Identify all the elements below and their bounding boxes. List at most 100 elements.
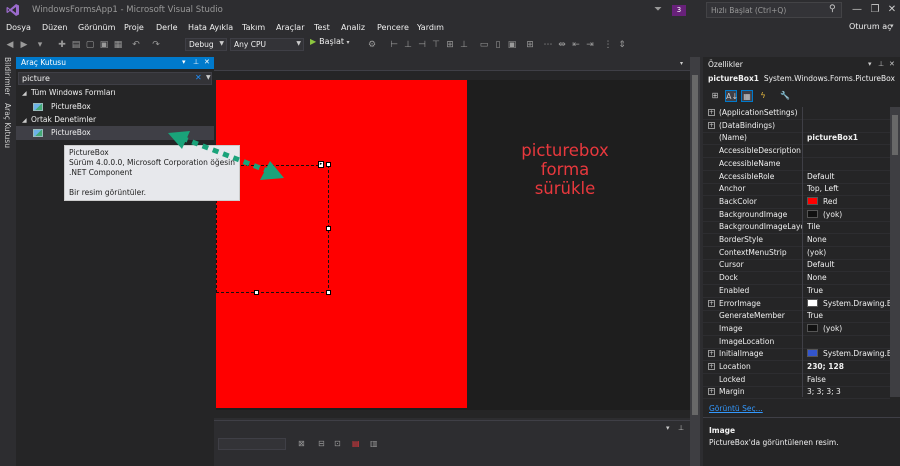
property-value[interactable]: None — [807, 235, 891, 244]
resize-handle[interactable] — [326, 290, 331, 295]
property-value[interactable]: 230; 128 — [807, 362, 891, 371]
minimize-button[interactable]: — — [849, 2, 865, 18]
property-value[interactable]: Default — [807, 260, 891, 269]
notifications-badge[interactable]: 3 — [672, 5, 686, 16]
close-icon[interactable]: ✕ — [889, 60, 895, 68]
toolbox-item-picturebox-common[interactable]: PictureBox — [51, 128, 91, 137]
property-value[interactable]: (yok) — [807, 248, 891, 257]
open-folder-icon[interactable]: ▢ — [84, 39, 96, 51]
property-row[interactable]: ImageLocation — [703, 336, 890, 349]
panel-menu-icon[interactable]: ▾ — [666, 424, 670, 432]
sign-in-link[interactable]: Oturum aç — [849, 22, 892, 31]
menu-test[interactable]: Test — [314, 23, 330, 32]
property-row[interactable]: GenerateMember True — [703, 310, 890, 324]
property-row[interactable]: AccessibleDescription — [703, 145, 890, 159]
config-combo[interactable]: Debug ▼ — [185, 38, 227, 51]
property-value[interactable]: Red — [807, 196, 891, 206]
vspace-equal-icon[interactable]: ⋮ — [602, 39, 614, 51]
maximize-button[interactable]: ❐ — [867, 2, 883, 18]
property-row[interactable]: + (DataBindings) — [703, 120, 890, 133]
tab-toolbox[interactable]: Araç Kutusu — [3, 103, 12, 148]
property-value[interactable]: System.Drawing.Bitmap — [807, 349, 891, 358]
property-row[interactable]: Image (yok) — [703, 323, 890, 336]
toolbox-search-input[interactable]: picture — [18, 72, 212, 85]
align-middle-icon[interactable]: ⊞ — [444, 39, 456, 51]
pin-icon[interactable]: ⊥ — [193, 58, 199, 66]
property-value[interactable]: pictureBox1 — [807, 133, 891, 142]
open-file-icon[interactable]: ▤ — [70, 39, 82, 51]
chevron-down-icon[interactable]: ▼ — [206, 74, 211, 81]
expand-icon[interactable]: + — [708, 350, 715, 358]
start-button[interactable]: ▶ Başlat ▾ — [310, 37, 350, 52]
categorized-icon[interactable]: ⊞ — [709, 90, 721, 102]
close-icon[interactable]: ✕ — [204, 58, 210, 66]
chevron-down-icon[interactable]: ▾ — [680, 60, 683, 67]
vspace-inc-icon[interactable]: ⇕ — [616, 39, 628, 51]
properties-icon[interactable]: ▦ — [741, 90, 753, 102]
expand-icon[interactable]: + — [708, 121, 715, 129]
property-value[interactable]: None — [807, 273, 891, 282]
hspace-inc-icon[interactable]: ⇹ — [556, 39, 568, 51]
close-button[interactable]: ✕ — [884, 2, 900, 18]
align-center-icon[interactable]: ⊥ — [402, 39, 414, 51]
hspace-equal-icon[interactable]: ⋯ — [542, 39, 554, 51]
toolbox-group-common[interactable]: Ortak Denetimler — [31, 115, 96, 124]
properties-object-selector[interactable]: pictureBox1 System.Windows.Forms.Picture… — [708, 74, 895, 83]
property-row[interactable]: BackgroundImage (yok) — [703, 209, 890, 222]
property-value[interactable]: 3; 3; 3; 3 — [807, 387, 891, 396]
menu-duzen[interactable]: Düzen — [42, 23, 67, 32]
property-value[interactable]: (yok) — [807, 209, 891, 219]
property-value[interactable]: Tile — [807, 222, 891, 231]
property-row[interactable]: AccessibleRole Default — [703, 171, 890, 184]
align-top-icon[interactable]: ⊤ — [430, 39, 442, 51]
menu-araclar[interactable]: Araçlar — [276, 23, 304, 32]
errors-icon[interactable]: ▤ — [352, 439, 360, 448]
expand-icon[interactable]: + — [708, 109, 715, 116]
property-row[interactable]: + Margin 3; 3; 3; 3 — [703, 386, 891, 400]
alphabetical-icon[interactable]: A↓ — [725, 90, 738, 102]
dropdown-icon[interactable]: ▾ — [34, 39, 46, 51]
property-row[interactable]: BorderStyle None — [703, 234, 890, 247]
property-value[interactable]: Top, Left — [807, 184, 891, 193]
property-row[interactable]: AccessibleName — [703, 158, 890, 171]
account-icon[interactable]: ▾ — [890, 22, 894, 30]
smart-tag-icon[interactable]: ▸ — [318, 161, 324, 168]
property-row[interactable]: + InitialImage System.Drawing.Bitmap — [703, 348, 891, 362]
hspace-dec-icon[interactable]: ⇤ — [570, 39, 582, 51]
property-value[interactable]: System.Drawing.Bitmap — [807, 298, 891, 308]
same-width-icon[interactable]: ▭ — [478, 39, 490, 51]
clear-icon[interactable]: ⊟ — [318, 439, 325, 448]
align-right-icon[interactable]: ⊣ — [416, 39, 428, 51]
property-row[interactable]: Anchor Top, Left — [703, 183, 891, 197]
platform-combo[interactable]: Any CPU ▼ — [230, 38, 304, 51]
feedback-filter-icon[interactable]: ⏷ — [654, 4, 664, 16]
property-row[interactable]: ContextMenuStrip (yok) — [703, 247, 890, 260]
pin-icon[interactable]: ⊥ — [678, 424, 684, 432]
property-grid-scrollbar-thumb[interactable] — [892, 115, 898, 155]
property-row[interactable]: + ErrorImage System.Drawing.Bitmap — [703, 298, 891, 311]
back-icon[interactable]: ◀ — [4, 39, 16, 51]
hspace-remove-icon[interactable]: ⇥ — [584, 39, 596, 51]
new-project-icon[interactable]: ✚ — [56, 39, 68, 51]
find-icon[interactable]: ⊡ — [334, 439, 341, 448]
property-row[interactable]: BackColor Red — [703, 196, 890, 209]
pin-icon[interactable]: ⊥ — [878, 60, 884, 68]
menu-pencere[interactable]: Pencere — [377, 23, 409, 32]
property-row[interactable]: BackgroundImageLayout Tile — [703, 221, 891, 235]
save-icon[interactable]: ▣ — [98, 39, 110, 51]
expand-icon[interactable]: + — [708, 363, 715, 370]
menu-analiz[interactable]: Analiz — [341, 23, 365, 32]
toolbox-group-all-forms[interactable]: Tüm Windows Formları — [31, 88, 116, 97]
collapse-arrow-icon[interactable]: ◢ — [22, 90, 27, 97]
expand-icon[interactable]: + — [708, 299, 715, 307]
expand-icon[interactable]: + — [708, 388, 715, 396]
property-row[interactable]: Enabled True — [703, 285, 890, 298]
property-row[interactable]: Dock None — [703, 272, 891, 286]
choose-image-link[interactable]: Görüntü Seç... — [709, 404, 763, 413]
menu-gorunum[interactable]: Görünüm — [78, 23, 115, 32]
property-value[interactable]: False — [807, 375, 891, 384]
redo-icon[interactable]: ↷ — [150, 39, 162, 51]
clear-search-icon[interactable]: ✕ — [195, 73, 202, 82]
menu-takim[interactable]: Takım — [242, 23, 265, 32]
quick-launch-input[interactable]: Hızlı Başlat (Ctrl+Q) — [706, 2, 842, 18]
